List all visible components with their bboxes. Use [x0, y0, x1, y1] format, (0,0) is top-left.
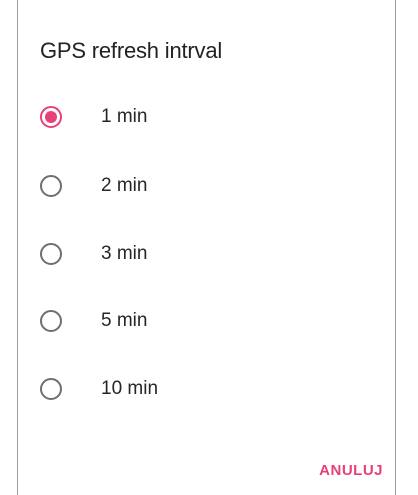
radio-button-checked[interactable]: [40, 106, 62, 128]
cancel-button[interactable]: ANULUJ: [319, 462, 383, 479]
option-3-min[interactable]: 3 min: [34, 234, 364, 274]
option-label: 1 min: [101, 106, 148, 127]
option-label: 10 min: [101, 378, 159, 399]
gps-refresh-interval-dialog: GPS refresh intrval 1 min 2 min 3 min 5 …: [17, 0, 396, 495]
radio-button[interactable]: [40, 310, 62, 332]
radio-button[interactable]: [40, 175, 62, 197]
option-label: 2 min: [101, 175, 148, 196]
option-10-min[interactable]: 10 min: [34, 369, 364, 409]
option-label: 3 min: [101, 243, 148, 264]
radio-button[interactable]: [40, 243, 62, 265]
option-5-min[interactable]: 5 min: [34, 301, 364, 341]
option-2-min[interactable]: 2 min: [34, 166, 364, 206]
option-label: 5 min: [101, 310, 148, 331]
radio-button[interactable]: [40, 378, 62, 400]
dialog-title: GPS refresh intrval: [40, 38, 223, 63]
option-1-min[interactable]: 1 min: [34, 97, 364, 137]
